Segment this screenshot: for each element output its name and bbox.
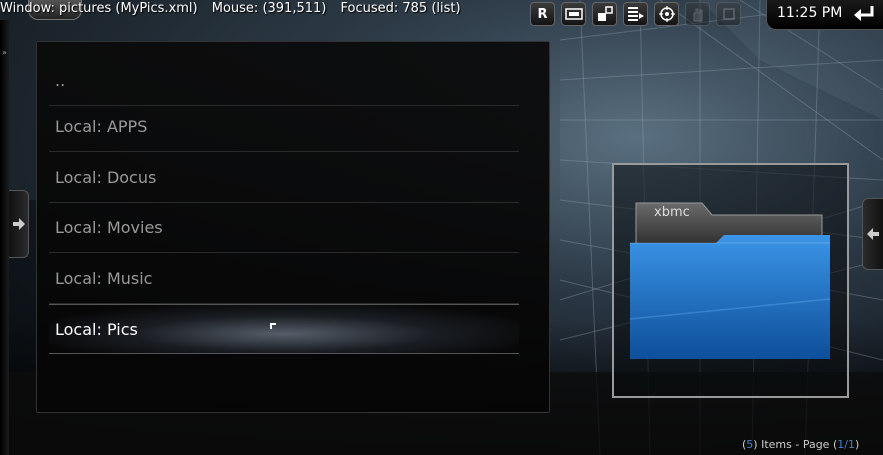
list-item-pics[interactable]: Local: Pics bbox=[49, 304, 519, 354]
list-item-label: Local: Docus bbox=[55, 168, 157, 187]
arrow-right-icon bbox=[12, 218, 25, 230]
expand-icon: » bbox=[2, 48, 7, 57]
stop-button[interactable] bbox=[716, 2, 741, 26]
debug-mouse: Mouse: (391,511) bbox=[211, 1, 327, 16]
back-arrow-icon[interactable] bbox=[852, 4, 876, 24]
list-item-label: Local: Movies bbox=[55, 218, 163, 237]
page-status: (5) Items - Page (1/1) bbox=[742, 438, 859, 451]
list-item-parent[interactable]: .. bbox=[49, 56, 519, 106]
reset-icon: R bbox=[537, 6, 548, 22]
hand-icon bbox=[693, 8, 702, 22]
list-item-label: Local: Pics bbox=[55, 320, 138, 339]
footer-close-paren: ) bbox=[854, 438, 860, 451]
file-list-panel: .. Local: APPS Local: Docus Local: Movie… bbox=[36, 41, 550, 413]
list-item-music[interactable]: Local: Music bbox=[49, 254, 519, 304]
reset-button[interactable]: R bbox=[530, 2, 555, 26]
stop-icon bbox=[722, 8, 735, 20]
playlist-button[interactable] bbox=[623, 2, 648, 26]
list-item-docus[interactable]: Local: Docus bbox=[49, 153, 519, 203]
target-button[interactable] bbox=[654, 2, 679, 26]
list-item-label: Local: APPS bbox=[55, 117, 148, 136]
list-item-apps[interactable]: Local: APPS bbox=[49, 102, 519, 152]
target-icon bbox=[658, 6, 675, 22]
hand-button[interactable] bbox=[685, 2, 710, 26]
items-page-label: ) Items - Page ( bbox=[753, 438, 838, 451]
list-item-label: Local: Music bbox=[55, 269, 153, 288]
folder-icon bbox=[629, 202, 831, 359]
arrow-left-icon bbox=[867, 228, 879, 240]
clock: 11:25 PM bbox=[777, 5, 843, 21]
mouse-cursor bbox=[270, 323, 276, 329]
debug-window: Window: pictures (MyPics.xml) bbox=[0, 1, 198, 16]
list-item-movies[interactable]: Local: Movies bbox=[49, 203, 519, 253]
left-edge-bar: » bbox=[0, 20, 9, 455]
list-item-label: .. bbox=[55, 71, 66, 90]
debug-focused: Focused: 785 (list) bbox=[340, 1, 461, 16]
right-menu-tab[interactable] bbox=[862, 198, 883, 270]
thumbnail-frame: xbmc bbox=[612, 163, 849, 398]
playlist-icon bbox=[627, 7, 644, 21]
top-toolbar: R bbox=[530, 2, 741, 26]
page-number: 1/1 bbox=[837, 438, 855, 451]
left-menu-tab[interactable] bbox=[9, 190, 29, 258]
display-icon bbox=[564, 8, 583, 20]
fullscreen-icon bbox=[597, 6, 613, 21]
folder-logo: xbmc bbox=[654, 205, 690, 220]
debug-info-bar: Window: pictures (MyPics.xml) Mouse: (39… bbox=[0, 0, 471, 20]
fullscreen-button[interactable] bbox=[592, 2, 617, 26]
display-button[interactable] bbox=[561, 2, 586, 26]
